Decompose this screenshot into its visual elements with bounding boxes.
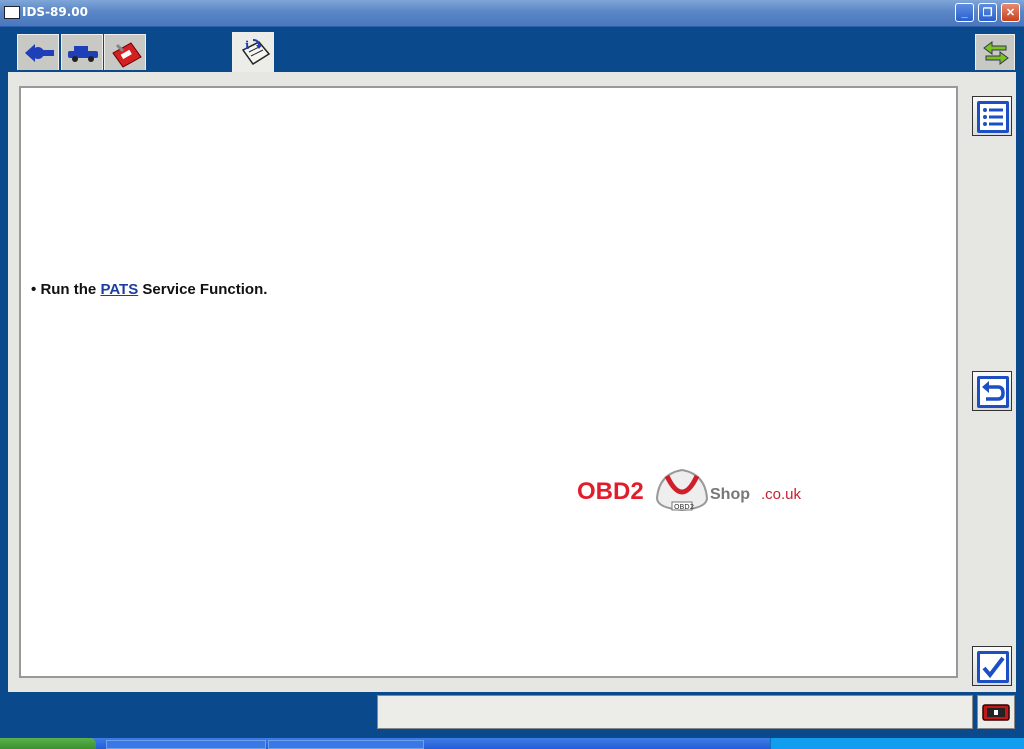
watermark-badge: OBD2	[674, 503, 694, 511]
confirm-button[interactable]	[972, 646, 1012, 686]
status-bar	[377, 695, 973, 729]
back-arrow-icon	[25, 44, 54, 62]
tab-toolbox[interactable]	[104, 34, 146, 70]
instruction-prefix: Run the	[40, 281, 97, 298]
instruction-suffix: Service Function.	[142, 281, 268, 298]
window-title: IDS-89.00	[22, 5, 89, 19]
info-document-icon: i	[241, 39, 271, 66]
tab-vehicle[interactable]	[61, 34, 103, 70]
minimize-button[interactable]: _	[955, 3, 974, 22]
toolbox-icon	[112, 42, 142, 68]
tab-info[interactable]: i	[232, 32, 274, 72]
return-icon	[977, 376, 1009, 408]
close-button[interactable]: ✕	[1001, 3, 1020, 22]
start-button[interactable]	[0, 738, 96, 749]
vci-device-icon	[982, 704, 1010, 721]
vci-status-button[interactable]	[977, 695, 1015, 729]
app-window-icon	[4, 6, 20, 19]
svg-text:i: i	[245, 39, 249, 52]
watermark-shop: Shop	[710, 486, 750, 503]
title-bar: IDS-89.00 _ ❐ ✕	[0, 0, 1024, 27]
return-button[interactable]	[972, 371, 1012, 411]
list-icon	[977, 101, 1009, 133]
list-button[interactable]	[972, 96, 1012, 136]
pats-link[interactable]: PATS	[100, 281, 138, 298]
vehicle-icon	[68, 46, 98, 62]
watermark-logo: OBD2 OBD2 Shop .co.uk	[577, 464, 817, 516]
system-tray	[770, 738, 1024, 749]
watermark-domain: .co.uk	[761, 486, 802, 503]
toolbar	[0, 27, 1024, 72]
watermark-brand: OBD2	[577, 478, 644, 505]
checkmark-icon	[977, 651, 1009, 683]
taskbar-item[interactable]	[268, 740, 424, 749]
swap-arrows-icon	[983, 41, 1009, 65]
tab-back[interactable]	[17, 34, 59, 70]
bottom-left-panel	[0, 692, 373, 732]
swap-button[interactable]	[975, 34, 1015, 70]
instruction-text: • Run the PATS Service Function.	[31, 281, 267, 298]
restore-button[interactable]: ❐	[978, 3, 997, 22]
car-logo-icon: OBD2	[655, 468, 709, 512]
content-panel: • Run the PATS Service Function. OBD2 OB…	[19, 86, 958, 678]
bullet-mark: •	[31, 281, 37, 298]
taskbar-item[interactable]	[106, 740, 266, 749]
